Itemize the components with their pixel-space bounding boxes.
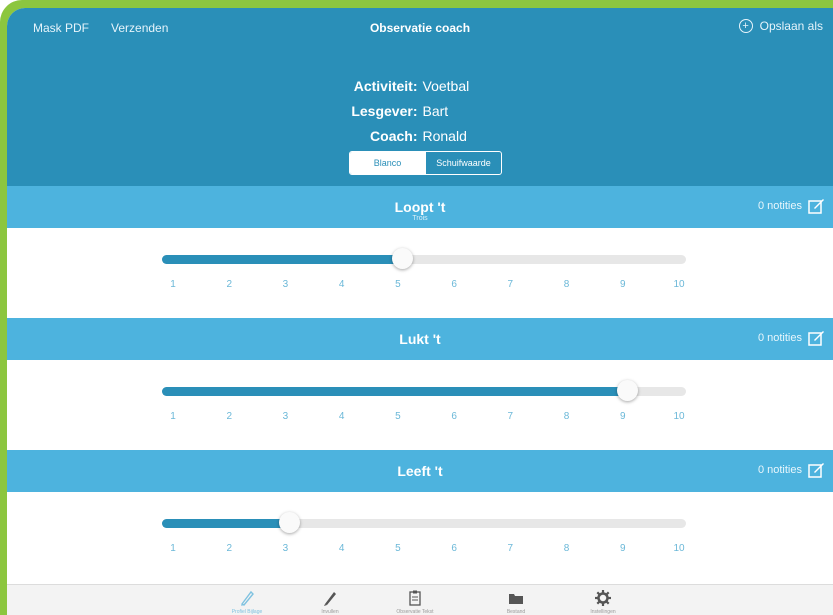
clipboard-icon <box>409 590 421 606</box>
scale-label: 2 <box>226 279 232 290</box>
notes-button[interactable]: 0 notities <box>758 198 825 214</box>
scale-label: 1 <box>170 411 176 422</box>
folder-icon <box>509 594 523 604</box>
rating-slider-track[interactable] <box>162 380 686 401</box>
slider-section-lukt: 1 2 3 4 5 6 7 8 9 10 <box>7 360 833 450</box>
activity-value: Voetbal <box>422 78 470 94</box>
scale-label: 1 <box>170 543 176 554</box>
scale-label: 5 <box>395 411 401 422</box>
info-header: Activiteit: Voetbal Lesgever: Bart Coach… <box>7 45 833 186</box>
scale-label: 5 <box>395 543 401 554</box>
scale-labels: 1 2 3 4 5 6 7 8 9 10 <box>7 543 833 557</box>
scale-label: 4 <box>338 543 345 554</box>
toolbar-label: Invullen <box>321 609 339 615</box>
app-screen: Mask PDF Verzenden Observatie coach + Op… <box>7 8 833 615</box>
scale-label: 3 <box>282 279 289 290</box>
send-button[interactable]: Verzenden <box>111 21 168 35</box>
scale-label: 1 <box>170 279 176 290</box>
activity-label: Activiteit: <box>353 78 418 94</box>
segment-schuifwaarde[interactable]: Schuifwaarde <box>425 152 501 174</box>
section-title: Leeft 't <box>397 463 443 479</box>
teacher-label: Lesgever: <box>351 103 418 119</box>
rating-slider-track[interactable] <box>162 248 686 269</box>
slider-section-leeft: 1 2 3 4 5 6 7 8 9 10 <box>7 492 833 582</box>
section-subtitle: Trois <box>412 215 428 222</box>
scale-label: 7 <box>507 279 514 290</box>
scale-label: 7 <box>507 411 514 422</box>
scale-labels: 1 2 3 4 5 6 7 8 9 10 <box>7 279 833 293</box>
scale-label: 2 <box>226 543 232 554</box>
save-as-label: Opslaan als <box>759 19 823 33</box>
mode-segmented-control: Blanco Schuifwaarde <box>349 151 502 175</box>
gear-icon <box>595 590 611 606</box>
toolbar-label: Instellingen <box>590 609 616 615</box>
teacher-value: Bart <box>422 103 449 119</box>
pen-icon <box>324 592 336 606</box>
scale-label: 5 <box>395 279 401 290</box>
coach-label: Coach: <box>370 128 418 144</box>
notes-label: 0 notities <box>757 332 802 344</box>
rating-slider-fill <box>162 255 402 264</box>
toolbar-item-files[interactable]: Bestand <box>481 589 551 615</box>
info-row-teacher: Lesgever: Bart <box>7 103 833 119</box>
scale-label: 10 <box>673 543 685 554</box>
info-row-coach: Coach: Ronald <box>7 128 833 144</box>
notes-label: 0 notities <box>757 200 802 212</box>
scale-label: 3 <box>282 543 289 554</box>
section-header-lukt: Lukt 't 0 notities <box>7 318 833 360</box>
toolbar-item-fill-in[interactable]: Invullen <box>295 589 365 615</box>
toolbar-label: Profiel Bijlage <box>231 609 263 615</box>
scale-labels: 1 2 3 4 5 6 7 8 9 10 <box>7 411 833 425</box>
toolbar-item-observation-text[interactable]: Observatie Tekst <box>380 589 450 615</box>
scale-label: 6 <box>451 411 457 422</box>
scale-label: 4 <box>338 279 345 290</box>
mask-pdf-button[interactable]: Mask PDF <box>33 21 89 35</box>
coach-value: Ronald <box>422 128 467 144</box>
scale-label: 9 <box>619 279 626 290</box>
scale-label: 3 <box>282 411 289 422</box>
rating-slider-fill <box>162 519 290 528</box>
scale-label: 6 <box>451 279 457 290</box>
rating-slider-thumb[interactable] <box>391 248 413 269</box>
segment-blanco[interactable]: Blanco <box>350 152 425 174</box>
toolbar-item-profile[interactable]: Profiel Bijlage <box>212 589 282 615</box>
bottom-toolbar: Profiel Bijlage Invullen Observatie Teks… <box>7 584 833 615</box>
edit-icon <box>808 463 824 478</box>
plus-circle-icon: + <box>738 19 753 33</box>
scale-label: 8 <box>563 279 570 290</box>
info-row-activity: Activiteit: Voetbal <box>7 78 833 94</box>
scale-label: 8 <box>563 411 570 422</box>
scale-label: 6 <box>451 543 457 554</box>
rating-slider-thumb[interactable] <box>616 380 638 401</box>
notes-button[interactable]: 0 notities <box>758 330 825 346</box>
scale-label: 10 <box>673 279 685 290</box>
rating-slider-track[interactable] <box>162 512 686 533</box>
rating-slider-fill <box>162 387 627 396</box>
scale-label: 4 <box>338 411 345 422</box>
section-title: Loopt 't <box>394 199 446 215</box>
edit-icon <box>808 199 824 214</box>
scale-label: 9 <box>619 543 626 554</box>
top-nav-bar: Mask PDF Verzenden Observatie coach + Op… <box>7 8 833 45</box>
pencil-icon <box>240 590 254 606</box>
rating-slider-thumb[interactable] <box>279 512 301 533</box>
section-title: Lukt 't <box>399 331 441 347</box>
toolbar-item-settings[interactable]: Instellingen <box>568 589 638 615</box>
edit-icon <box>808 331 824 346</box>
notes-label: 0 notities <box>757 464 802 476</box>
section-header-leeft: Leeft 't 0 notities <box>7 450 833 492</box>
scale-label: 10 <box>673 411 685 422</box>
notes-button[interactable]: 0 notities <box>758 462 825 478</box>
scale-label: 8 <box>563 543 570 554</box>
scale-label: 9 <box>619 411 626 422</box>
section-header-loopt: Loopt 't Trois 0 notities <box>7 186 833 228</box>
toolbar-label: Observatie Tekst <box>396 609 434 615</box>
scale-label: 2 <box>226 411 232 422</box>
scale-label: 7 <box>507 543 514 554</box>
save-as-button[interactable]: + Opslaan als <box>738 19 823 33</box>
toolbar-label: Bestand <box>506 609 526 615</box>
slider-section-loopt: 1 2 3 4 5 6 7 8 9 10 <box>7 228 833 318</box>
